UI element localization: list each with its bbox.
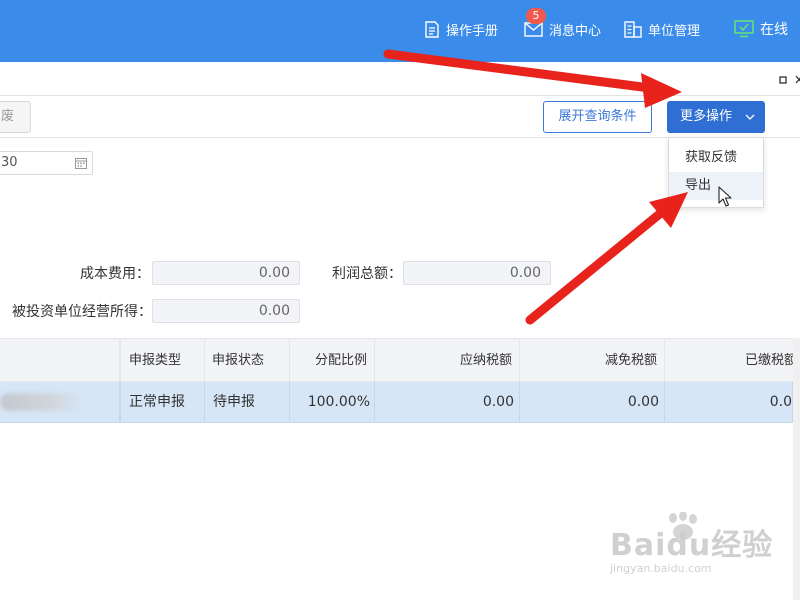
void-button[interactable]: 废 bbox=[0, 101, 31, 133]
more-actions-menu: 获取反馈 导出 bbox=[668, 137, 764, 208]
watermark-url: jingyan.baidu.com bbox=[610, 562, 712, 575]
column-header-name bbox=[0, 338, 120, 382]
message-count-badge: 5 bbox=[526, 8, 546, 24]
column-header-allocation-ratio[interactable]: 分配比例 bbox=[290, 338, 375, 382]
close-icon[interactable] bbox=[795, 75, 800, 84]
more-actions-label: 更多操作 bbox=[680, 109, 733, 124]
operation-manual-link[interactable]: 操作手册 bbox=[424, 18, 498, 40]
cost-expense-field: 0.00 bbox=[152, 261, 300, 285]
online-status[interactable]: 在线 bbox=[734, 18, 788, 40]
restore-icon[interactable] bbox=[779, 76, 787, 84]
online-status-label: 在线 bbox=[760, 22, 788, 38]
operation-manual-label: 操作手册 bbox=[446, 23, 499, 39]
table-row-tax-relief[interactable]: 0.00 bbox=[520, 382, 665, 423]
column-header-tax-relief[interactable]: 减免税额 bbox=[520, 338, 665, 382]
date-field[interactable]: 30 bbox=[0, 151, 93, 175]
table-row-tax-paid[interactable]: 0.0 bbox=[665, 382, 793, 423]
chevron-down-icon bbox=[745, 114, 755, 120]
redacted-name bbox=[0, 393, 84, 411]
baidu-paw-icon bbox=[669, 512, 697, 540]
total-profit-field: 0.00 bbox=[403, 261, 551, 285]
document-icon bbox=[425, 20, 439, 38]
column-header-tax-paid[interactable]: 已缴税额 bbox=[665, 338, 800, 382]
menu-item-get-feedback[interactable]: 获取反馈 bbox=[669, 144, 763, 172]
table-row-allocation-ratio[interactable]: 100.00% bbox=[290, 382, 375, 423]
investee-income-label: 被投资单位经营所得： bbox=[12, 304, 152, 320]
cost-expense-label: 成本费用： bbox=[80, 266, 150, 282]
annotation-arrow-to-export bbox=[525, 192, 688, 325]
more-actions-button[interactable]: 更多操作 bbox=[667, 101, 765, 133]
calendar-icon[interactable] bbox=[75, 157, 87, 169]
column-header-declare-status[interactable]: 申报状态 bbox=[205, 338, 290, 382]
message-center-label: 消息中心 bbox=[549, 23, 602, 39]
column-header-declare-type[interactable]: 申报类型 bbox=[120, 338, 205, 382]
table-scrollbar[interactable] bbox=[793, 338, 800, 600]
mouse-pointer-icon bbox=[718, 186, 732, 207]
org-management-link[interactable]: 单位管理 bbox=[624, 18, 700, 40]
expand-query-conditions-button[interactable]: 展开查询条件 bbox=[543, 101, 652, 133]
building-icon bbox=[624, 20, 642, 38]
table-row-declare-type[interactable]: 正常申报 bbox=[120, 382, 205, 423]
date-value: 30 bbox=[1, 155, 18, 170]
org-management-label: 单位管理 bbox=[648, 23, 701, 39]
tab-strip bbox=[0, 62, 800, 96]
investee-income-field: 0.00 bbox=[152, 299, 300, 323]
column-header-tax-payable[interactable]: 应纳税额 bbox=[375, 338, 520, 382]
menu-item-export[interactable]: 导出 bbox=[669, 172, 763, 200]
table-row-declare-status[interactable]: 待申报 bbox=[205, 382, 290, 423]
monitor-check-icon bbox=[734, 20, 754, 38]
total-profit-label: 利润总额： bbox=[332, 266, 402, 282]
table-row-tax-payable[interactable]: 0.00 bbox=[375, 382, 520, 423]
